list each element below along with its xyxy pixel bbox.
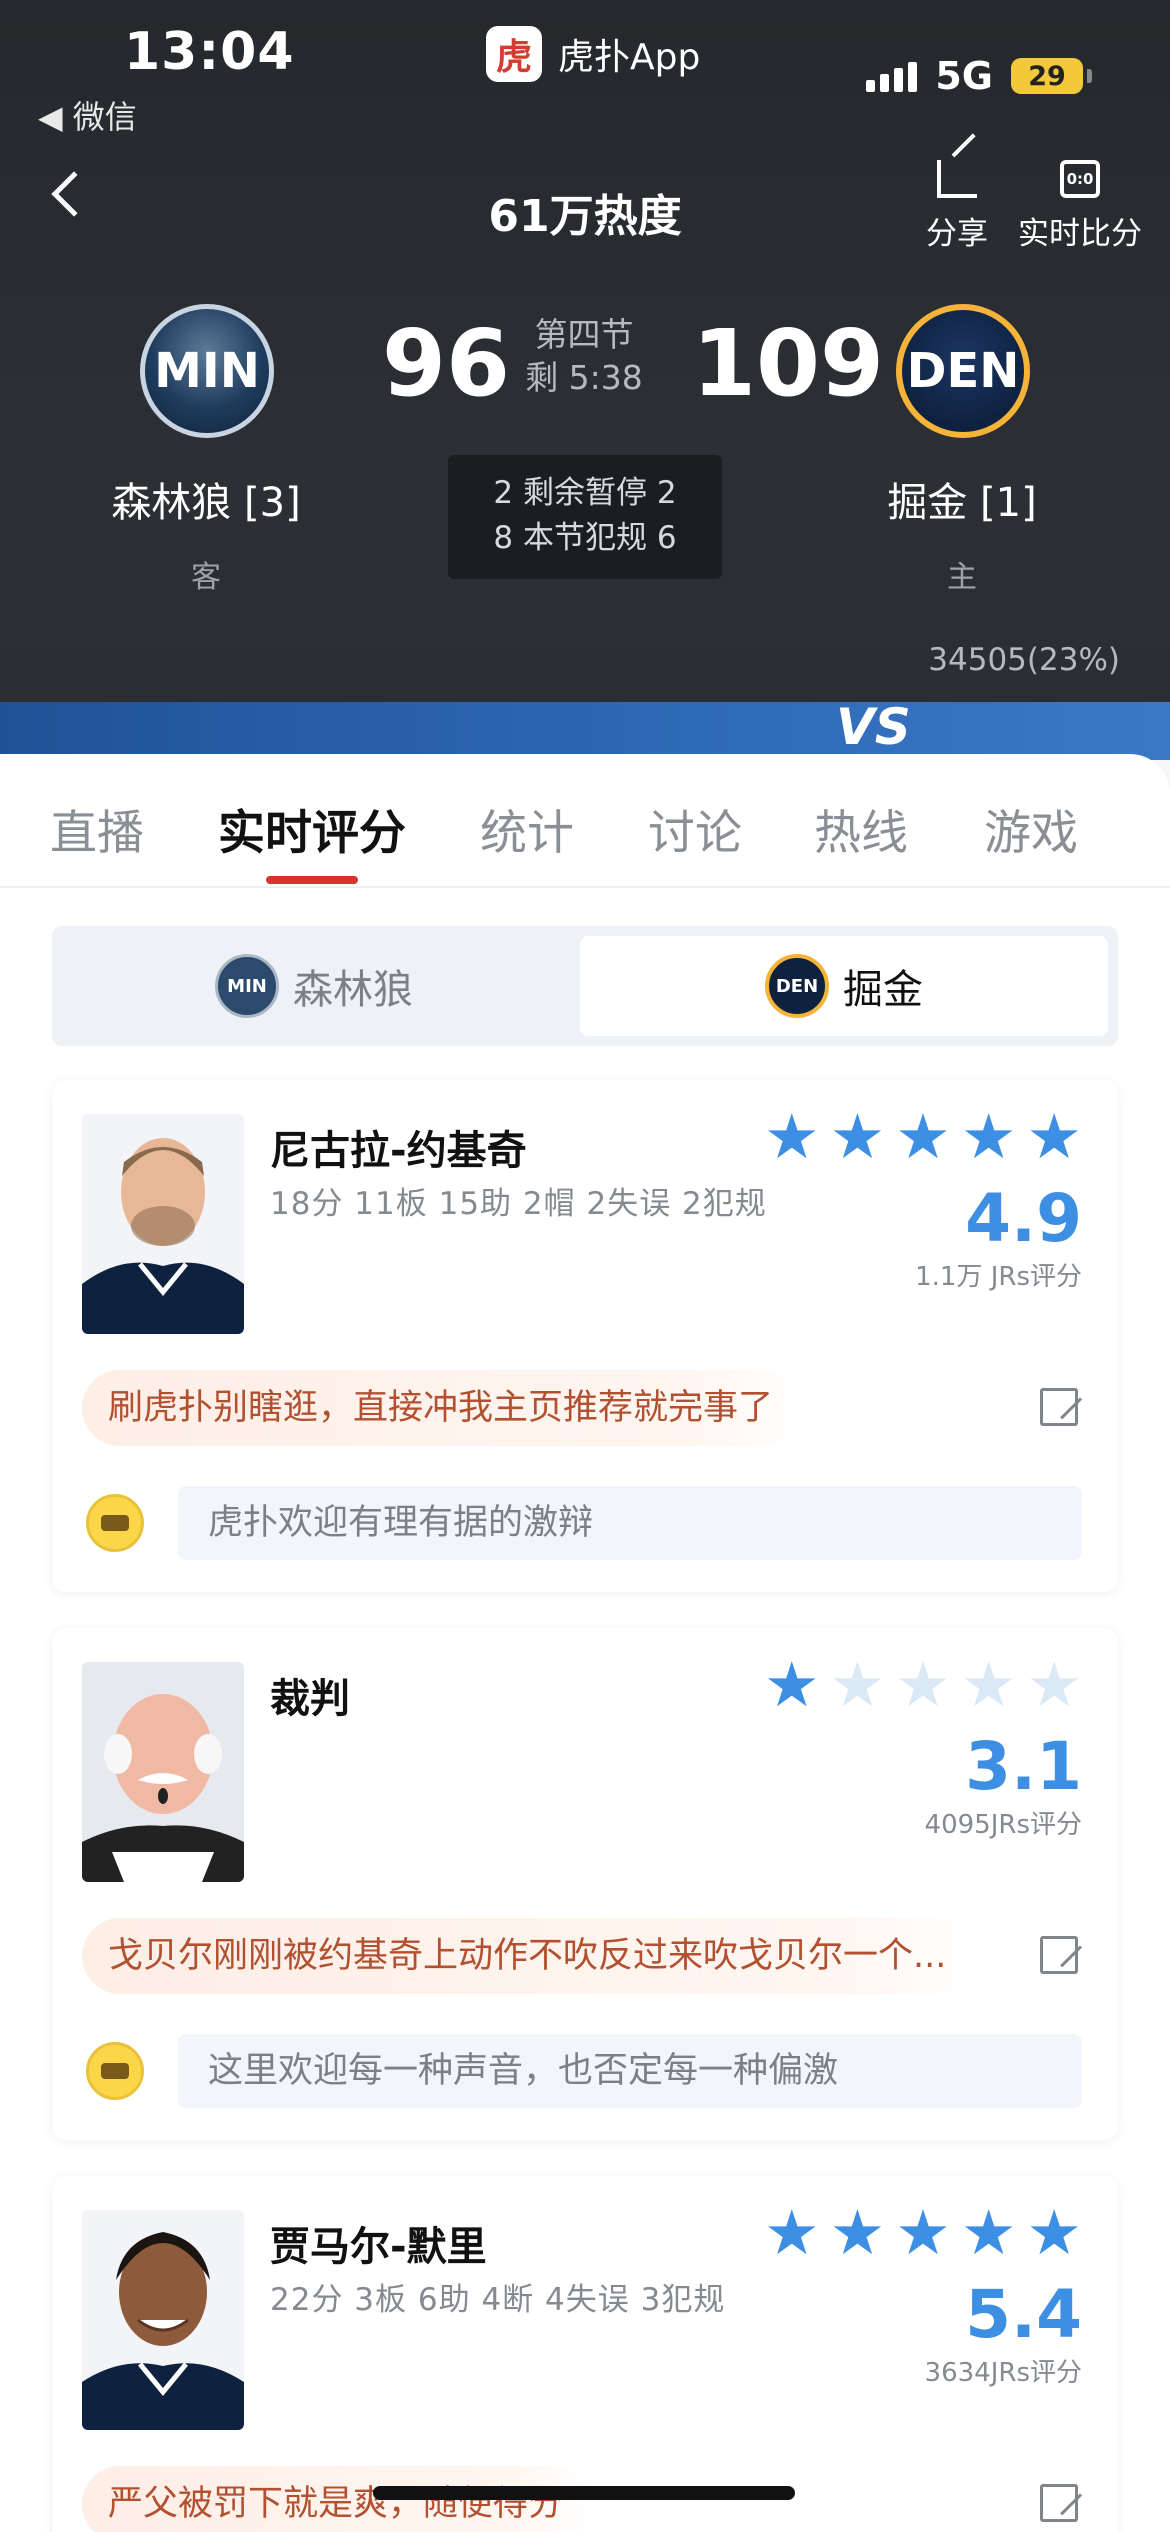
open-external-icon[interactable] <box>1040 1936 1078 1974</box>
user-avatar-icon <box>86 2042 144 2100</box>
tab-stats[interactable]: 统计 <box>480 794 574 863</box>
heat-title: 61万热度 <box>488 191 682 242</box>
home-team-name: 掘金 [1] <box>887 480 1037 526</box>
away-team-role: 客 <box>191 560 221 595</box>
user-avatar-icon <box>86 1494 144 1552</box>
period-fouls: 8 本节犯规 6 <box>493 519 677 556</box>
star-icon[interactable]: ★ <box>764 1654 820 1716</box>
star-rating[interactable]: ★ ★ ★ ★ ★ <box>764 2202 1082 2264</box>
team-switch-den[interactable]: DEN 掘金 <box>580 936 1108 1036</box>
team-switch: MIN 森林狼 DEN 掘金 <box>52 926 1118 1046</box>
support-count: 34505(23%) <box>928 642 1120 678</box>
away-team-logo[interactable]: MIN <box>140 304 274 438</box>
star-icon[interactable]: ★ <box>895 1106 951 1168</box>
period-label: 第四节 <box>534 315 634 354</box>
star-icon[interactable]: ★ <box>764 1106 820 1168</box>
rating-score: 4.9 <box>965 1180 1082 1257</box>
game-clock: 剩 5:38 <box>525 357 643 397</box>
vs-band <box>0 702 1170 760</box>
hupu-logo-icon: 虎 <box>486 26 542 82</box>
status-indicators: 5G 29 <box>866 54 1092 98</box>
hot-comment[interactable]: 戈贝尔刚刚被约基奇上动作不吹反过来吹戈贝尔一个... <box>82 1918 975 1994</box>
rating-card[interactable]: 裁判 ★ ★ ★ ★ ★ 3.1 4095JRs评分 戈贝尔刚刚被约基奇上动作不吹反过来… <box>52 1628 1118 2140</box>
star-icon[interactable]: ★ <box>961 2202 1017 2264</box>
open-external-icon[interactable] <box>1040 2484 1078 2522</box>
player-name: 尼古拉-约基奇 <box>270 1128 527 1174</box>
star-icon[interactable]: ★ <box>961 1654 1017 1716</box>
rating-score: 5.4 <box>965 2276 1082 2353</box>
status-time: 13:04 <box>124 22 295 82</box>
game-header: 13:04 ◀ 微信 虎 虎扑App 5G 29 61万热度 分享 0:0 实时… <box>0 0 1170 760</box>
battery-tip <box>1087 69 1092 83</box>
timeouts-remaining: 2 剩余暂停 2 <box>493 475 677 511</box>
active-tab-indicator <box>266 876 358 884</box>
star-icon[interactable]: ★ <box>830 1106 886 1168</box>
star-icon[interactable]: ★ <box>895 2202 951 2264</box>
open-external-icon[interactable] <box>1040 1388 1078 1426</box>
home-team-role: 主 <box>947 560 977 595</box>
tab-live[interactable]: 直播 <box>50 794 144 863</box>
main-panel: 直播 实时评分 统计 讨论 热线 游戏 MIN 森林狼 DEN 掘金 尼古拉-约… <box>0 754 1170 2532</box>
back-to-wechat-link[interactable]: ◀ 微信 <box>38 92 137 138</box>
tab-games[interactable]: 游戏 <box>984 794 1078 863</box>
player-avatar <box>82 2210 244 2430</box>
referee-avatar <box>82 1662 244 1882</box>
player-name: 贾马尔-默里 <box>270 2224 487 2270</box>
app-indicator: 虎 虎扑App <box>486 26 700 82</box>
star-icon[interactable]: ★ <box>1026 1654 1082 1716</box>
share-icon <box>937 160 977 198</box>
rating-score: 3.1 <box>965 1728 1082 1805</box>
star-icon[interactable]: ★ <box>830 2202 886 2264</box>
player-name: 裁判 <box>270 1676 350 1722</box>
vs-text: VS <box>836 698 911 756</box>
hot-comment[interactable]: 刷虎扑别瞎逛，直接冲我主页推荐就完事了 <box>82 1370 802 1446</box>
network-type: 5G <box>935 54 993 98</box>
battery-icon: 29 <box>1011 58 1083 94</box>
star-icon[interactable]: ★ <box>961 1106 1017 1168</box>
tab-hotline[interactable]: 热线 <box>814 794 908 863</box>
game-stat-box: 2 剩余暂停 2 8 本节犯规 6 <box>448 455 722 579</box>
live-score-icon: 0:0 <box>1060 160 1100 198</box>
rating-count: 3634JRs评分 <box>924 2358 1082 2388</box>
comment-input[interactable]: 虎扑欢迎有理有据的激辩 <box>178 1486 1082 1560</box>
home-score: 109 <box>692 310 885 417</box>
rating-count: 1.1万 JRs评分 <box>915 1262 1082 1292</box>
home-team-logo[interactable]: DEN <box>896 304 1030 438</box>
app-name: 虎扑App <box>558 37 701 78</box>
tab-discuss[interactable]: 讨论 <box>648 794 742 863</box>
live-score-button[interactable]: 0:0 实时比分 <box>1018 160 1142 253</box>
rating-card[interactable]: 尼古拉-约基奇 18分 11板 15助 2帽 2失误 2犯规 ★ ★ ★ ★ ★ 4.9… <box>52 1080 1118 1592</box>
player-avatar <box>82 1114 244 1334</box>
team-switch-min[interactable]: MIN 森林狼 <box>52 936 576 1036</box>
comment-input[interactable]: 这里欢迎每一种声音，也否定每一种偏激 <box>178 2034 1082 2108</box>
game-period: 第四节 剩 5:38 <box>484 314 684 400</box>
tab-bar: 直播 实时评分 统计 讨论 热线 游戏 <box>0 754 1170 888</box>
rating-count: 4095JRs评分 <box>924 1810 1082 1840</box>
comment-row: 这里欢迎每一种声音，也否定每一种偏激 <box>52 2028 1118 2118</box>
team-switch-min-label: 森林狼 <box>293 967 413 1013</box>
min-logo-icon: MIN <box>215 954 279 1018</box>
away-team-name: 森林狼 [3] <box>111 480 301 526</box>
star-rating[interactable]: ★ ★ ★ ★ ★ <box>764 1106 1082 1168</box>
star-icon[interactable]: ★ <box>1026 2202 1082 2264</box>
comment-row: 虎扑欢迎有理有据的激辩 <box>52 1480 1118 1570</box>
star-icon[interactable]: ★ <box>764 2202 820 2264</box>
live-score-label: 实时比分 <box>1018 216 1142 252</box>
share-button[interactable]: 分享 <box>926 160 988 253</box>
share-label: 分享 <box>926 216 988 252</box>
star-icon[interactable]: ★ <box>895 1654 951 1716</box>
team-switch-den-label: 掘金 <box>843 967 923 1013</box>
home-indicator[interactable] <box>373 2486 795 2500</box>
tab-ratings[interactable]: 实时评分 <box>218 794 406 863</box>
star-rating[interactable]: ★ ★ ★ ★ ★ <box>764 1654 1082 1716</box>
player-stat-line: 18分 11板 15助 2帽 2失误 2犯规 <box>270 1186 767 1222</box>
player-stat-line: 22分 3板 6助 4断 4失误 3犯规 <box>270 2282 726 2318</box>
star-icon[interactable]: ★ <box>830 1654 886 1716</box>
signal-icon <box>866 60 918 92</box>
den-logo-icon: DEN <box>765 954 829 1018</box>
rating-card[interactable]: 贾马尔-默里 22分 3板 6助 4断 4失误 3犯规 ★ ★ ★ ★ ★ 5.4 36… <box>52 2176 1118 2532</box>
star-icon[interactable]: ★ <box>1026 1106 1082 1168</box>
